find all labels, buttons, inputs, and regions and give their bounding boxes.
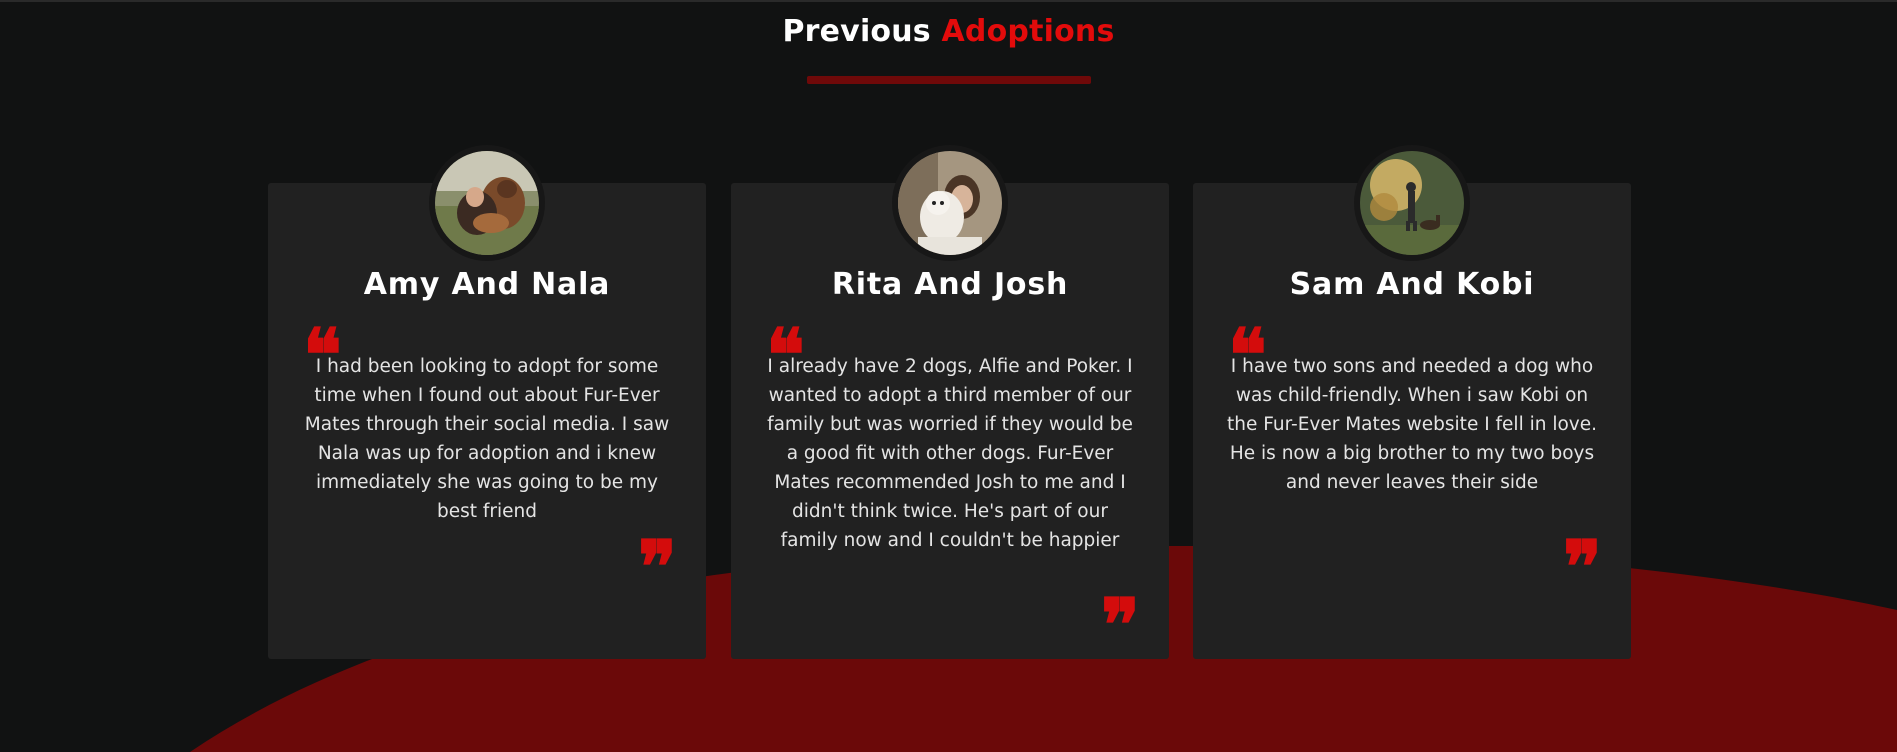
testimonial-name: Rita And Josh [831,267,1069,302]
quote-close-icon: ❞ [1101,582,1140,667]
testimonial-text: I had been looking to adopt for some tim… [304,356,670,522]
testimonial-card: Rita And Josh ❝ I already have 2 dogs, A… [731,145,1169,667]
avatar [1354,145,1470,261]
title-prefix: Previous [782,14,931,49]
previous-adoptions-section: Previous Adoptions Amy And Nala ❝ I had … [0,0,1897,752]
section-title: Previous Adoptions [0,14,1897,49]
testimonial-name: Sam And Kobi [1289,267,1535,302]
avatar [429,145,545,261]
testimonial-text: I have two sons and needed a dog who was… [1227,356,1598,493]
testimonial-card: Sam And Kobi ❝ I have two sons and neede… [1193,145,1631,659]
man-walking-dog-photo [1360,151,1464,255]
woman-hugging-dog-photo [435,151,539,255]
title-accent: Adoptions [941,14,1115,49]
avatar [892,145,1008,261]
testimonial-card: Amy And Nala ❝ I had been looking to ado… [268,145,706,659]
woman-with-white-dog-photo [898,151,1002,255]
testimonial-text: I already have 2 dogs, Alfie and Poker. … [767,356,1133,551]
quote-close-icon: ❞ [1563,524,1602,609]
quote-close-icon: ❞ [638,524,677,609]
title-underline [807,76,1091,84]
testimonial-name: Amy And Nala [363,267,611,302]
